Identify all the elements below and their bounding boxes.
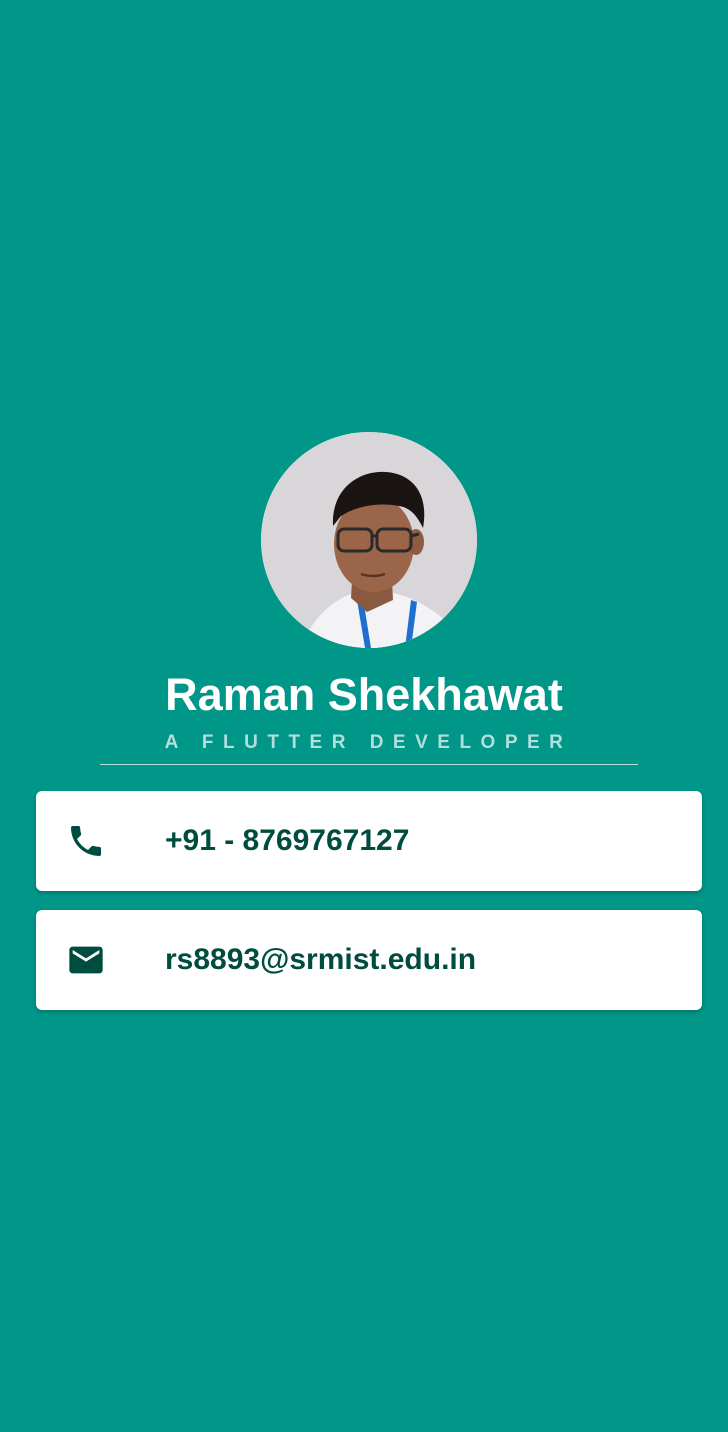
profile-avatar xyxy=(261,432,477,648)
email-address: rs8893@srmist.edu.in xyxy=(165,943,477,976)
phone-number: +91 - 8769767127 xyxy=(165,824,410,857)
phone-icon xyxy=(66,821,106,861)
divider xyxy=(100,764,638,765)
mail-icon xyxy=(66,940,106,980)
profile-name: Raman Shekhawat xyxy=(165,669,563,720)
phone-card[interactable]: +91 - 8769767127 xyxy=(36,791,702,891)
email-card[interactable]: rs8893@srmist.edu.in xyxy=(36,910,702,1010)
profile-title: A FLUTTER DEVELOPER xyxy=(164,732,573,753)
